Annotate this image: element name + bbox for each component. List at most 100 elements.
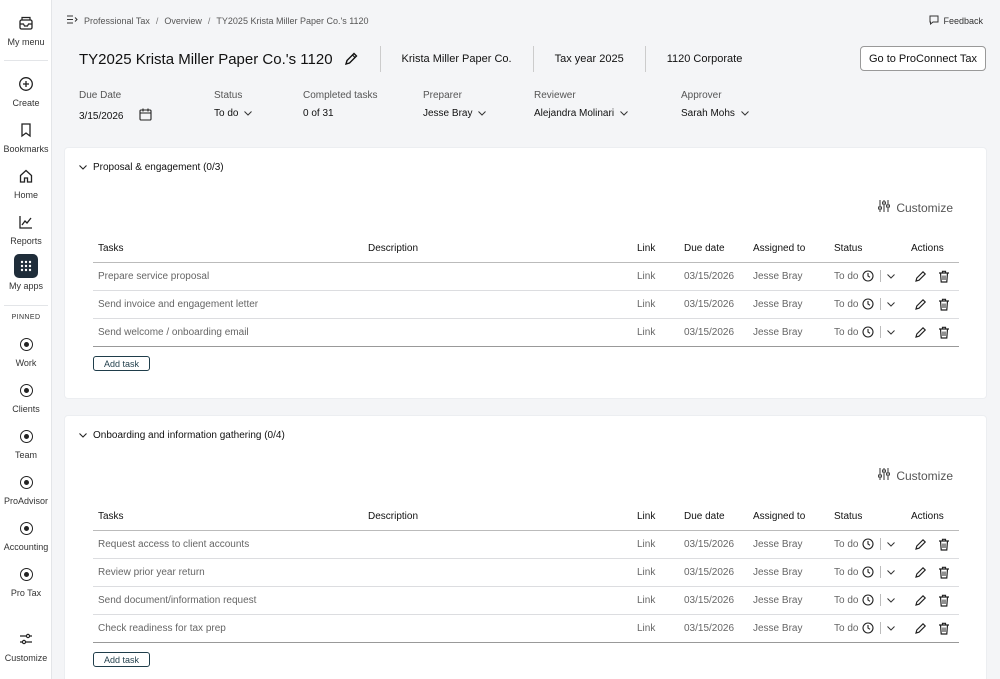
chevron-down-icon[interactable] <box>887 273 896 279</box>
approver-value: Sarah Mohs <box>681 108 735 119</box>
reviewer-field[interactable]: Reviewer Alejandra Molinari <box>534 90 628 119</box>
trash-icon[interactable] <box>938 298 950 311</box>
task-link[interactable]: Link <box>632 318 679 347</box>
edit-icon[interactable] <box>914 566 927 579</box>
table-row: Prepare service proposal Link 03/15/2026 Je… <box>93 262 959 291</box>
edit-title-icon[interactable] <box>343 51 359 67</box>
status-field[interactable]: Status To do <box>214 90 253 119</box>
chevron-down-icon[interactable] <box>887 597 896 603</box>
status-dropdown[interactable]: To do <box>834 270 901 282</box>
status-dropdown[interactable]: To do <box>834 566 901 578</box>
sidebar-item-reports[interactable]: Reports <box>0 211 52 246</box>
sidebar-item-pro-tax[interactable]: Pro Tax <box>0 563 52 598</box>
chevron-down-icon[interactable] <box>887 301 896 307</box>
status-dropdown[interactable]: To do <box>834 622 901 634</box>
task-status-cell[interactable]: To do <box>829 614 906 643</box>
task-status-cell[interactable]: To do <box>829 530 906 559</box>
customize-button[interactable]: Customize <box>877 467 953 484</box>
trash-icon[interactable] <box>938 270 950 283</box>
task-link[interactable]: Link <box>632 262 679 291</box>
trash-icon[interactable] <box>938 538 950 551</box>
field-label: Approver <box>681 90 722 101</box>
sidebar-item-label: ProAdvisor <box>3 496 48 506</box>
edit-icon[interactable] <box>914 622 927 635</box>
task-name[interactable]: Review prior year return <box>93 558 363 587</box>
task-status-cell[interactable]: To do <box>829 290 906 319</box>
divider <box>532 46 534 72</box>
sidebar-customize[interactable]: Customize <box>0 628 52 663</box>
go-to-proconnect-button[interactable]: Go to ProConnect Tax <box>859 46 986 71</box>
section-header[interactable]: Onboarding and information gathering (0/… <box>79 430 285 441</box>
sidebar-item-work[interactable]: Work <box>0 333 52 368</box>
trash-icon[interactable] <box>938 566 950 579</box>
status-dropdown[interactable]: To do <box>834 538 901 550</box>
task-description <box>363 586 632 615</box>
task-name[interactable]: Request access to client accounts <box>93 530 363 559</box>
sidebar-item-clients[interactable]: Clients <box>0 379 52 414</box>
task-description <box>363 290 632 319</box>
section-header[interactable]: Proposal & engagement (0/3) <box>79 162 224 173</box>
clock-icon <box>862 566 875 578</box>
task-name[interactable]: Send invoice and engagement letter <box>93 290 363 319</box>
sidebar-item-proadvisor[interactable]: ProAdvisor <box>0 471 52 506</box>
status-dropdown[interactable]: To do <box>834 594 901 606</box>
sliders-icon <box>877 467 891 484</box>
task-name[interactable]: Check readiness for tax prep <box>93 614 363 643</box>
column-header: Description <box>363 503 632 531</box>
chevron-down-icon[interactable] <box>887 625 896 631</box>
edit-icon[interactable] <box>914 270 927 283</box>
calendar-icon[interactable] <box>138 108 152 124</box>
chevron-down-icon[interactable] <box>887 541 896 547</box>
add-task-button[interactable]: Add task <box>93 652 151 667</box>
preparer-field[interactable]: Preparer Jesse Bray <box>423 90 487 119</box>
edit-icon[interactable] <box>914 538 927 551</box>
sliders-icon <box>15 628 37 650</box>
status-value: To do <box>214 108 239 119</box>
field-label: Due Date <box>79 90 122 101</box>
task-link[interactable]: Link <box>632 614 679 643</box>
edit-icon[interactable] <box>914 594 927 607</box>
sidebar-item-accounting[interactable]: Accounting <box>0 517 52 552</box>
task-status: To do <box>834 298 859 310</box>
sidebar-item-my-menu[interactable]: My menu <box>0 12 52 47</box>
task-status-cell[interactable]: To do <box>829 558 906 587</box>
work-icon <box>15 333 37 355</box>
breadcrumb-item[interactable]: Overview <box>164 16 202 26</box>
sidebar-item-home[interactable]: Home <box>0 165 52 200</box>
edit-icon[interactable] <box>914 298 927 311</box>
task-assignee: Jesse Bray <box>748 530 829 559</box>
breadcrumb-item[interactable]: Professional Tax <box>84 16 150 26</box>
chevron-down-icon[interactable] <box>887 329 896 335</box>
task-actions <box>906 586 959 615</box>
task-name[interactable]: Send document/information request <box>93 586 363 615</box>
feedback-link[interactable]: Feedback <box>929 15 983 27</box>
actions-group <box>911 326 954 339</box>
task-description <box>363 530 632 559</box>
task-name[interactable]: Prepare service proposal <box>93 262 363 291</box>
divider <box>644 46 646 72</box>
approver-field[interactable]: Approver Sarah Mohs <box>681 90 749 119</box>
trash-icon[interactable] <box>938 622 950 635</box>
task-name[interactable]: Send welcome / onboarding email <box>93 318 363 347</box>
sidebar-item-team[interactable]: Team <box>0 425 52 460</box>
add-task-button[interactable]: Add task <box>93 356 151 371</box>
edit-icon[interactable] <box>914 326 927 339</box>
column-header: Status <box>829 503 906 531</box>
customize-button[interactable]: Customize <box>877 199 953 216</box>
status-dropdown[interactable]: To do <box>834 326 901 338</box>
task-link[interactable]: Link <box>632 290 679 319</box>
task-link[interactable]: Link <box>632 530 679 559</box>
task-status-cell[interactable]: To do <box>829 318 906 347</box>
task-link[interactable]: Link <box>632 558 679 587</box>
task-link[interactable]: Link <box>632 586 679 615</box>
sidebar-item-my-apps[interactable]: My apps <box>0 254 52 291</box>
trash-icon[interactable] <box>938 594 950 607</box>
status-dropdown[interactable]: To do <box>834 298 901 310</box>
collapse-menu-icon[interactable] <box>67 15 78 26</box>
actions-group <box>911 298 954 311</box>
task-status-cell[interactable]: To do <box>829 262 906 291</box>
trash-icon[interactable] <box>938 326 950 339</box>
return-type: 1120 Corporate <box>666 53 743 65</box>
task-status-cell[interactable]: To do <box>829 586 906 615</box>
chevron-down-icon[interactable] <box>887 569 896 575</box>
